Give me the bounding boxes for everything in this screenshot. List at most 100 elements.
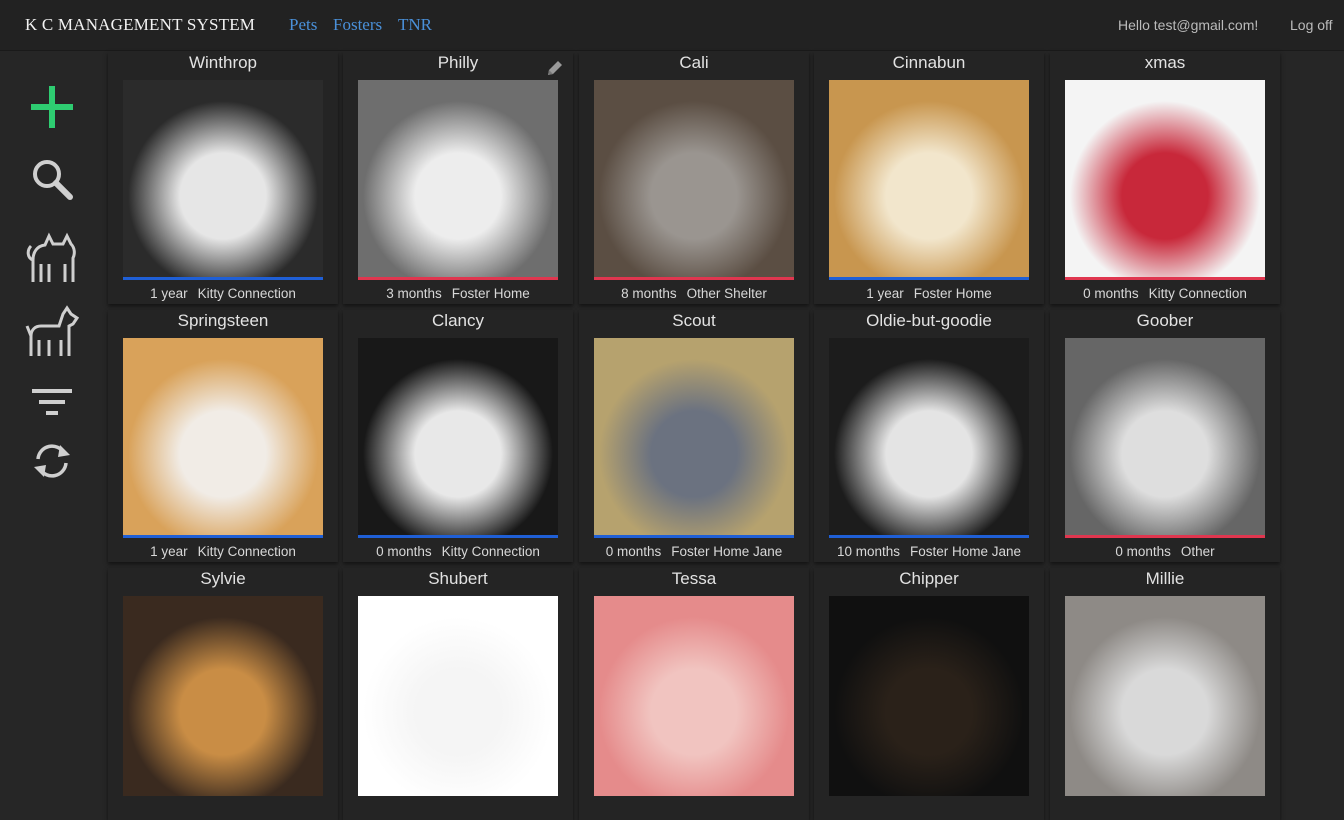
cats-filter-button[interactable] — [22, 229, 82, 285]
pet-name: Philly — [437, 53, 479, 72]
pet-location: Foster Home Jane — [910, 544, 1022, 559]
pet-location: Other — [1180, 544, 1215, 559]
filter-button[interactable] — [22, 375, 82, 431]
greeting-text: Hello test@gmail.com! — [1118, 17, 1259, 33]
add-pet-button[interactable] — [22, 79, 82, 135]
brand-title[interactable]: K C MANAGEMENT SYSTEM — [25, 15, 255, 35]
sidebar — [0, 51, 100, 677]
pet-info: 8 months Other Shelter — [579, 286, 809, 301]
pet-photo[interactable] — [123, 80, 323, 280]
pet-card[interactable]: Winthrop 1 year Kitty Connection — [108, 52, 338, 304]
pet-name: Millie — [1145, 569, 1185, 588]
status-bar — [829, 535, 1029, 538]
pet-name: Scout — [672, 311, 716, 330]
pet-age: 0 months — [1083, 286, 1139, 301]
pet-card[interactable]: Tessa — [579, 568, 809, 820]
pet-photo[interactable] — [829, 596, 1029, 796]
pet-card[interactable]: Oldie-but-goodie 10 months Foster Home Jan… — [814, 310, 1044, 562]
pet-photo[interactable] — [123, 338, 323, 538]
pet-photo[interactable] — [594, 80, 794, 280]
pet-card[interactable]: xmas 0 months Kitty Connection — [1050, 52, 1280, 304]
nav-fosters-link[interactable]: Fosters — [333, 15, 382, 35]
nav-pets-link[interactable]: Pets — [289, 15, 317, 35]
pet-info: 0 months Other — [1050, 544, 1280, 559]
pet-info: 1 year Foster Home — [814, 286, 1044, 301]
plus-icon — [31, 86, 73, 128]
status-bar — [1065, 535, 1265, 538]
pet-card[interactable]: Shubert — [343, 568, 573, 820]
filter-icon — [32, 389, 72, 415]
nav-tnr-link[interactable]: TNR — [398, 15, 432, 35]
pet-name: Oldie-but-goodie — [866, 311, 992, 330]
status-bar — [358, 535, 558, 538]
pet-age: 1 year — [866, 286, 904, 301]
pet-name: Cinnabun — [892, 53, 966, 72]
pet-age: 1 year — [150, 544, 188, 559]
pet-info: 0 months Kitty Connection — [1050, 286, 1280, 301]
pet-card[interactable]: Cinnabun 1 year Foster Home — [814, 52, 1044, 304]
pet-card[interactable]: Springsteen 1 year Kitty Connection — [108, 310, 338, 562]
refresh-icon — [34, 444, 70, 478]
status-bar — [358, 277, 558, 280]
pet-name: Tessa — [671, 569, 717, 588]
pet-photo[interactable] — [594, 596, 794, 796]
pet-age: 0 months — [1115, 544, 1171, 559]
dogs-filter-button[interactable] — [22, 303, 82, 359]
pet-name: Shubert — [428, 569, 488, 588]
pet-photo[interactable] — [123, 596, 323, 796]
pet-card[interactable]: Chipper — [814, 568, 1044, 820]
pet-location: Kitty Connection — [1148, 286, 1247, 301]
pet-card[interactable]: Goober 0 months Other — [1050, 310, 1280, 562]
pet-photo[interactable] — [829, 80, 1029, 280]
status-bar — [594, 535, 794, 538]
pet-info: 3 months Foster Home — [343, 286, 573, 301]
pet-age: 10 months — [836, 544, 900, 559]
pet-photo[interactable] — [1065, 80, 1265, 280]
status-bar — [594, 277, 794, 280]
pet-photo[interactable] — [358, 80, 558, 280]
pet-card[interactable]: Philly 3 months Foster Home — [343, 52, 573, 304]
pet-name: xmas — [1144, 53, 1186, 72]
status-bar — [123, 277, 323, 280]
pet-age: 0 months — [376, 544, 432, 559]
pet-name: Clancy — [432, 311, 484, 330]
pet-name: Goober — [1136, 311, 1194, 330]
status-bar — [123, 535, 323, 538]
pet-location: Foster Home — [913, 286, 992, 301]
search-button[interactable] — [22, 151, 82, 207]
pet-photo[interactable] — [594, 338, 794, 538]
pet-name: Cali — [679, 53, 709, 72]
pet-card[interactable]: Cali 8 months Other Shelter — [579, 52, 809, 304]
refresh-button[interactable] — [22, 433, 82, 489]
status-bar — [829, 277, 1029, 280]
pet-card[interactable]: Sylvie — [108, 568, 338, 820]
pet-name: Sylvie — [200, 569, 246, 588]
pet-age: 3 months — [386, 286, 442, 301]
pet-age: 0 months — [605, 544, 662, 559]
pet-location: Kitty Connection — [197, 286, 296, 301]
pet-photo[interactable] — [358, 338, 558, 538]
pet-photo[interactable] — [1065, 596, 1265, 796]
pet-age: 1 year — [150, 286, 188, 301]
search-icon — [33, 160, 73, 200]
dog-icon — [25, 305, 79, 356]
status-bar — [1065, 277, 1265, 280]
pet-card[interactable]: Millie — [1050, 568, 1280, 820]
pet-location: Kitty Connection — [441, 544, 540, 559]
cat-icon — [26, 232, 76, 282]
pet-name: Winthrop — [188, 53, 258, 72]
pet-card[interactable]: Scout 0 months Foster Home Jane — [579, 310, 809, 562]
pet-photo[interactable] — [1065, 338, 1265, 538]
log-off-link[interactable]: Log off — [1290, 17, 1333, 33]
pet-location: Kitty Connection — [197, 544, 296, 559]
pet-photo[interactable] — [358, 596, 558, 796]
top-navbar: K C MANAGEMENT SYSTEM Pets Fosters TNR H… — [0, 0, 1344, 51]
pet-photo[interactable] — [829, 338, 1029, 538]
pet-age: 8 months — [621, 286, 677, 301]
pet-name: Chipper — [899, 569, 959, 588]
pet-info: 10 months Foster Home Jane — [814, 544, 1044, 559]
pet-location: Foster Home — [451, 286, 530, 301]
pet-card[interactable]: Clancy 0 months Kitty Connection — [343, 310, 573, 562]
pet-info: 0 months Kitty Connection — [343, 544, 573, 559]
pet-info: 1 year Kitty Connection — [108, 286, 338, 301]
